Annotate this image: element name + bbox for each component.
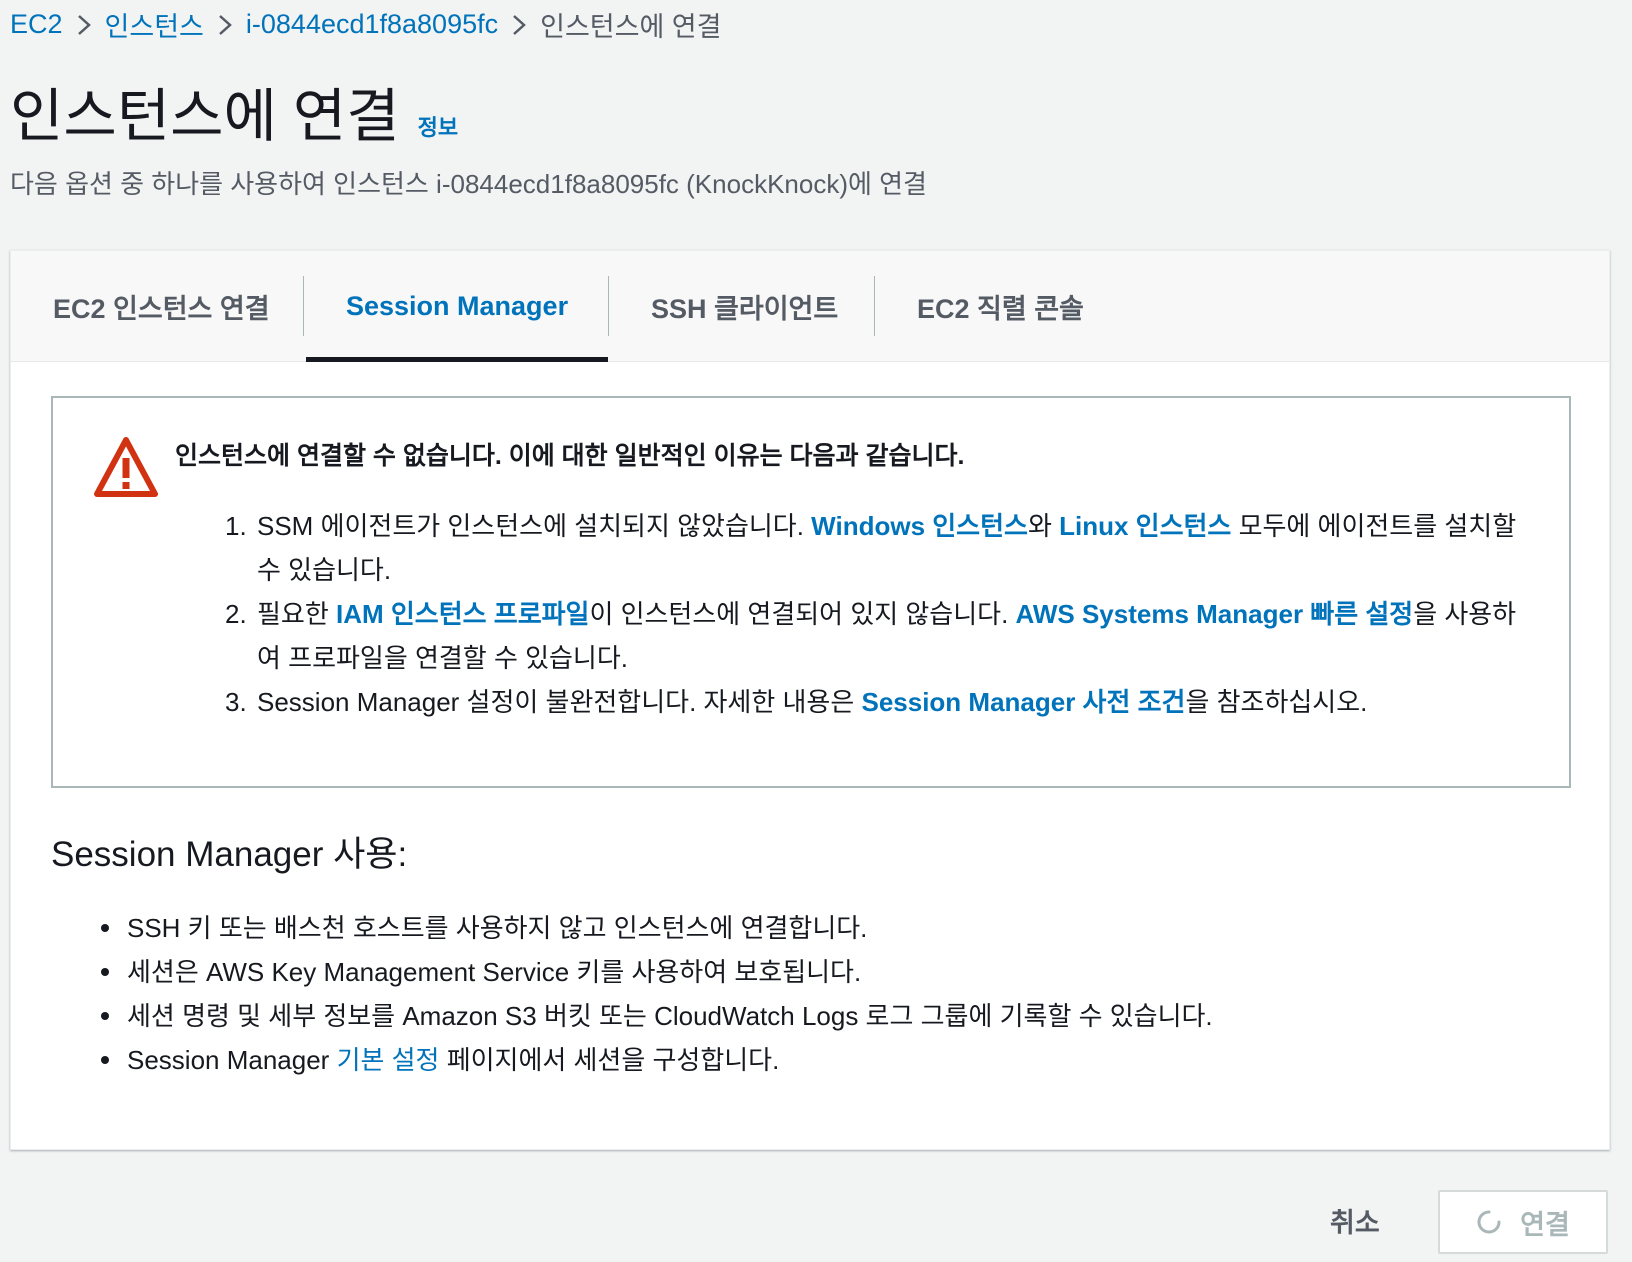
- linux-instance-link[interactable]: Linux 인스턴스: [1059, 511, 1231, 541]
- windows-instance-link[interactable]: Windows 인스턴스: [811, 511, 1028, 541]
- breadcrumb-instance-id[interactable]: i-0844ecd1f8a8095fc: [246, 9, 498, 40]
- list-item: Session Manager 기본 설정 페이지에서 세션을 구성합니다.: [101, 1038, 1213, 1082]
- chevron-right-icon: [498, 9, 540, 40]
- tab-ec2-serial-console[interactable]: EC2 직렬 콘솔: [875, 276, 1115, 336]
- session-manager-features-list: SSH 키 또는 배스천 호스트를 사용하지 않고 인스턴스에 연결합니다. 세…: [101, 906, 1213, 1082]
- cancel-button[interactable]: 취소: [1300, 1190, 1410, 1250]
- warning-icon: [94, 437, 158, 497]
- page-header: 인스턴스에 연결 정보: [10, 82, 458, 152]
- alert-header: 인스턴스에 연결할 수 없습니다. 이에 대한 일반적인 이유는 다음과 같습니…: [175, 442, 965, 470]
- list-item: 세션은 AWS Key Management Service 키를 사용하여 보…: [101, 950, 1213, 994]
- tab-bar: EC2 인스턴스 연결 Session Manager SSH 클라이언트 EC…: [11, 251, 1609, 362]
- page-description: 다음 옵션 중 하나를 사용하여 인스턴스 i-0844ecd1f8a8095f…: [10, 169, 927, 199]
- preferences-link[interactable]: 기본 설정: [337, 1045, 440, 1075]
- chevron-right-icon: [204, 9, 246, 40]
- spinner-icon: [1477, 1210, 1501, 1234]
- tab-session-manager[interactable]: Session Manager: [304, 276, 608, 336]
- connect-button-label: 연결: [1520, 1209, 1570, 1240]
- tab-ssh-client[interactable]: SSH 클라이언트: [609, 276, 874, 336]
- breadcrumb: EC2 인스턴스 i-0844ecd1f8a8095fc 인스턴스에 연결: [10, 4, 722, 44]
- alert-reason-item: 2. 필요한 IAM 인스턴스 프로파일이 인스턴스에 연결되어 있지 않습니다…: [225, 599, 1517, 673]
- chevron-right-icon: [63, 9, 105, 40]
- breadcrumb-instances[interactable]: 인스턴스: [105, 5, 204, 44]
- list-item: SSH 키 또는 배스천 호스트를 사용하지 않고 인스턴스에 연결합니다.: [101, 906, 1213, 950]
- active-tab-indicator: [306, 357, 608, 362]
- alert-reasons-list: 1. SSM 에이전트가 인스턴스에 설치되지 않았습니다. Windows 인…: [225, 504, 1525, 724]
- tab-ec2-instance-connect[interactable]: EC2 인스턴스 연결: [11, 276, 303, 336]
- alert-reason-item: 3. Session Manager 설정이 불완전합니다. 자세한 내용은 S…: [225, 687, 1368, 717]
- breadcrumb-current: 인스턴스에 연결: [540, 11, 722, 42]
- connect-card: EC2 인스턴스 연결 Session Manager SSH 클라이언트 EC…: [10, 250, 1610, 1150]
- breadcrumb-ec2[interactable]: EC2: [10, 9, 63, 40]
- session-manager-heading: Session Manager 사용:: [51, 835, 408, 874]
- iam-instance-profile-link[interactable]: IAM 인스턴스 프로파일: [336, 599, 589, 629]
- session-manager-prerequisites-link[interactable]: Session Manager 사전 조건: [861, 687, 1185, 717]
- list-item: 세션 명령 및 세부 정보를 Amazon S3 버킷 또는 CloudWatc…: [101, 994, 1213, 1038]
- ssm-quick-setup-link[interactable]: AWS Systems Manager 빠른 설정: [1016, 599, 1414, 629]
- connect-button[interactable]: 연결: [1438, 1190, 1608, 1254]
- alert-reason-item: 1. SSM 에이전트가 인스턴스에 설치되지 않았습니다. Windows 인…: [225, 511, 1517, 585]
- page-title: 인스턴스에 연결: [10, 84, 400, 149]
- warning-alert: 인스턴스에 연결할 수 없습니다. 이에 대한 일반적인 이유는 다음과 같습니…: [51, 396, 1571, 788]
- info-link[interactable]: 정보: [418, 110, 458, 142]
